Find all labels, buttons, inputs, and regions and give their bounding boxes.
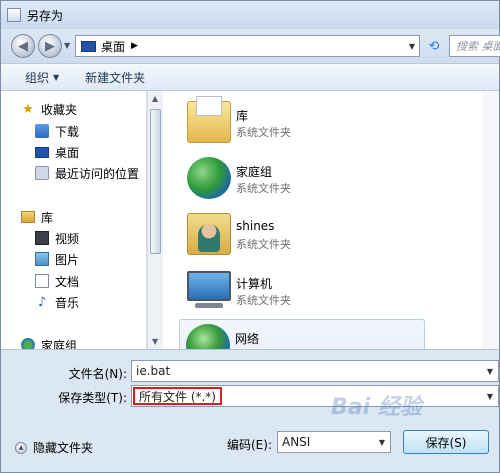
file-name: 家庭组 [236,165,273,179]
user-folder-icon [187,213,231,255]
window-title: 另存为 [27,8,64,23]
command-bar: 组织 ▼ 新建文件夹 [1,63,499,91]
back-button[interactable]: ◀ [11,34,35,58]
savetype-label: 保存类型(T): [58,391,127,405]
filename-input[interactable]: ie.bat ▼ [131,360,499,382]
nav-label: 下载 [55,124,80,139]
nav-downloads[interactable]: 下载 [35,121,79,141]
nav-music[interactable]: ♪ 音乐 [35,292,79,312]
forward-button[interactable]: ▶ [38,34,62,58]
nav-label: 桌面 [55,145,80,160]
address-bar[interactable]: 桌面 ▶ ▼ [75,35,420,57]
refresh-icon[interactable]: ⟲ [424,37,444,55]
search-input[interactable]: 搜索 桌面 [449,35,500,57]
chevron-down-icon[interactable]: ▼ [487,367,493,376]
notepad-icon [7,8,21,22]
nav-videos[interactable]: 视频 [35,228,79,248]
desktop-icon [35,146,49,158]
library-icon [21,211,35,223]
scroll-down-icon[interactable]: ▼ [152,337,158,346]
nav-favorites[interactable]: ★ 收藏夹 [21,99,77,119]
nav-label: 音乐 [55,295,80,310]
nav-label: 视频 [55,231,80,246]
filename-label: 文件名(N): [68,367,127,381]
savetype-select[interactable]: 所有文件 (*.*) ▼ [131,385,499,407]
chevron-down-icon[interactable]: ▼ [379,438,385,447]
file-item-user[interactable]: shines 系统文件夹 [181,209,441,261]
save-button[interactable]: 保存(S) [403,430,489,454]
caret-down-icon: ▼ [53,72,60,82]
nav-recent-places[interactable]: 最近访问的位置 [35,163,139,183]
nav-label: 文档 [55,274,80,289]
file-list-scroll-area [483,91,499,349]
nav-label: 图片 [55,252,80,267]
chevron-down-icon[interactable]: ▼ [409,42,415,51]
video-icon [35,231,49,245]
download-icon [35,124,49,138]
computer-icon [187,271,231,301]
music-icon: ♪ [37,294,47,310]
nav-libraries[interactable]: 库 [21,207,53,227]
homegroup-icon [187,157,231,199]
star-icon: ★ [22,101,34,117]
nav-label: 最近访问的位置 [55,166,140,181]
address-location[interactable]: 桌面 [101,38,125,55]
file-type: 系统文件夹 [236,126,291,139]
savetype-value[interactable]: 所有文件 (*.*) [133,387,222,405]
organize-button[interactable]: 组织 ▼ [25,69,59,86]
file-item-homegroup[interactable]: 家庭组 系统文件夹 [181,153,441,205]
nav-label: 家庭组 [41,338,78,350]
file-list: 库 系统文件夹 家庭组 系统文件夹 shines 系统文件夹 计算机 系统文件夹… [163,91,499,349]
file-type: 系统文件夹 [236,182,291,195]
nav-scrollbar[interactable]: ▲ ▼ [147,91,163,349]
hide-folders-toggle[interactable]: ▲ 隐藏文件夹 [15,439,93,456]
navigation-pane: ★ 收藏夹 下载 桌面 最近访问的位置 库 视频 图片 文档 ♪ 音乐 家庭组 [1,91,147,349]
file-name: 库 [236,109,249,123]
nav-homegroup[interactable]: 家庭组 [21,335,77,349]
pictures-icon [35,252,49,266]
address-row: ◀ ▶ ▼ 桌面 ▶ ▼ ⟲ 搜索 桌面 [1,29,500,63]
scroll-thumb[interactable] [150,109,161,254]
encoding-value[interactable]: ANSI [282,435,310,449]
arrow-right-icon: ▶ [45,38,55,54]
collapse-icon: ▲ [15,441,27,454]
new-folder-button[interactable]: 新建文件夹 [85,69,145,86]
file-name: 计算机 [236,277,273,291]
file-item-computer[interactable]: 计算机 系统文件夹 [181,265,441,317]
homegroup-icon [21,338,35,349]
chevron-right-icon[interactable]: ▶ [131,41,138,51]
encoding-select[interactable]: ANSI ▼ [277,431,391,453]
document-icon [35,274,49,288]
nav-desktop[interactable]: 桌面 [35,142,79,162]
save-options: 文件名(N): ie.bat ▼ 保存类型(T): 所有文件 (*.*) ▼ ▲… [1,349,499,472]
baidu-watermark: Bai 经验 [331,395,422,420]
hide-folders-label: 隐藏文件夹 [33,441,94,455]
desktop-icon [81,40,96,52]
search-placeholder: 搜索 桌面 [456,40,500,53]
filename-value[interactable]: ie.bat [136,364,170,378]
library-folder-icon [187,96,231,143]
chevron-down-icon[interactable]: ▼ [487,392,493,401]
arrow-left-icon: ◀ [18,38,28,54]
file-type: 系统文件夹 [236,238,291,251]
save-as-dialog: 另存为 ◀ ▶ ▼ 桌面 ▶ ▼ ⟲ 搜索 桌面 组织 ▼ 新建文件夹 ★ 收藏… [0,0,500,473]
scroll-up-icon[interactable]: ▲ [152,94,158,103]
network-icon [186,324,230,349]
file-item-network[interactable]: 网络 [179,319,425,349]
nav-pictures[interactable]: 图片 [35,249,79,269]
file-type: 系统文件夹 [236,294,291,307]
history-dropdown-icon[interactable]: ▼ [64,41,70,50]
recent-places-icon [35,166,49,180]
file-item-libraries[interactable]: 库 系统文件夹 [181,96,441,149]
file-name: 网络 [235,332,260,346]
nav-label: 收藏夹 [41,102,78,117]
encoding-label: 编码(E): [227,438,272,452]
title-bar: 另存为 [1,1,499,29]
organize-label: 组织 [25,70,50,85]
computer-stand-icon [195,303,223,308]
file-name: shines [236,219,275,233]
nav-label: 库 [41,210,54,225]
nav-documents[interactable]: 文档 [35,271,79,291]
